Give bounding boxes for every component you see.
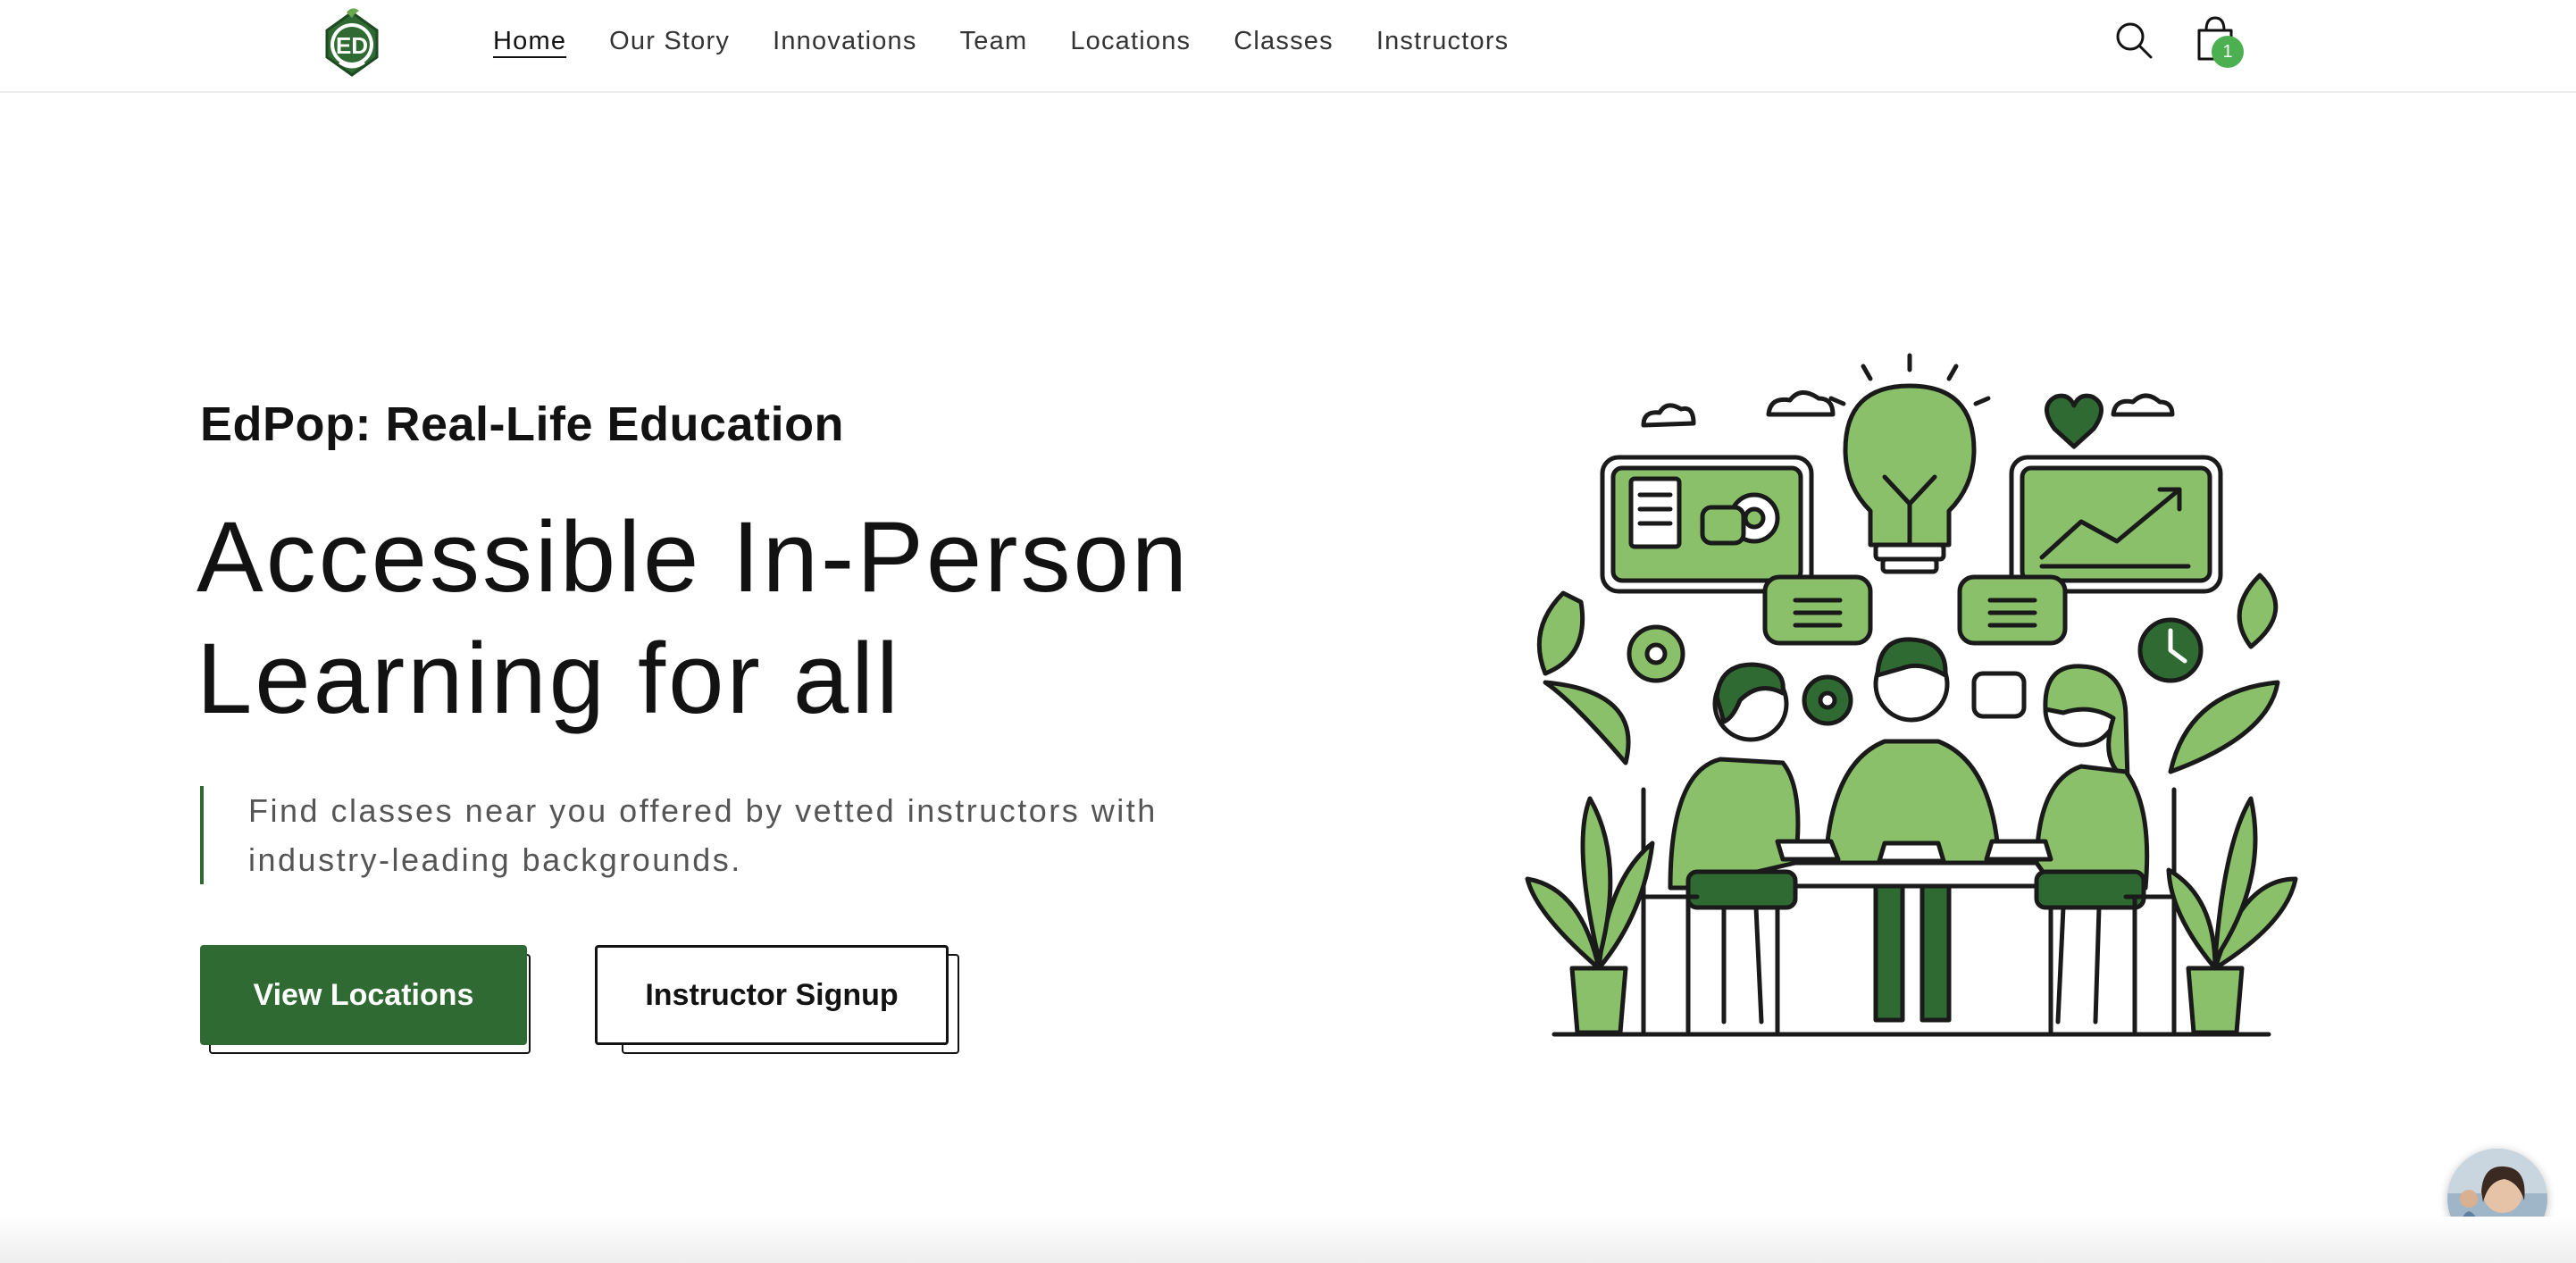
edpop-logo[interactable]: ED: [320, 7, 384, 79]
instructor-signup-button[interactable]: Instructor Signup: [595, 945, 949, 1045]
view-locations-button[interactable]: View Locations: [200, 945, 527, 1045]
search-icon[interactable]: [2113, 20, 2154, 61]
nav-instructors[interactable]: Instructors: [1376, 23, 1510, 59]
hero-illustration: [1510, 343, 2308, 1041]
hero-description: Find classes near you offered by vetted …: [248, 792, 1158, 878]
nav-innovations[interactable]: Innovations: [773, 23, 917, 59]
next-section-edge: [0, 1217, 2576, 1263]
nav-classes[interactable]: Classes: [1234, 23, 1334, 59]
nav-our-story[interactable]: Our Story: [609, 23, 730, 59]
hero-eyebrow: EdPop: Real-Life Education: [200, 397, 845, 451]
main-nav: Home Our Story Innovations Team Location…: [493, 23, 1551, 59]
nav-locations[interactable]: Locations: [1070, 23, 1191, 59]
secondary-button-group: Instructor Signup: [595, 945, 970, 1056]
primary-button-group: View Locations: [200, 945, 539, 1056]
cart-count-badge: 1: [2212, 36, 2244, 68]
logo-text: ED: [336, 32, 368, 59]
hero-headline: Accessible In-Person Learning for all: [197, 501, 1191, 734]
site-header: ED Home Our Story Innovations Team Locat…: [0, 0, 2576, 93]
hero-description-block: Find classes near you offered by vetted …: [200, 786, 1275, 884]
nav-home[interactable]: Home: [493, 23, 566, 59]
nav-team[interactable]: Team: [960, 23, 1028, 59]
